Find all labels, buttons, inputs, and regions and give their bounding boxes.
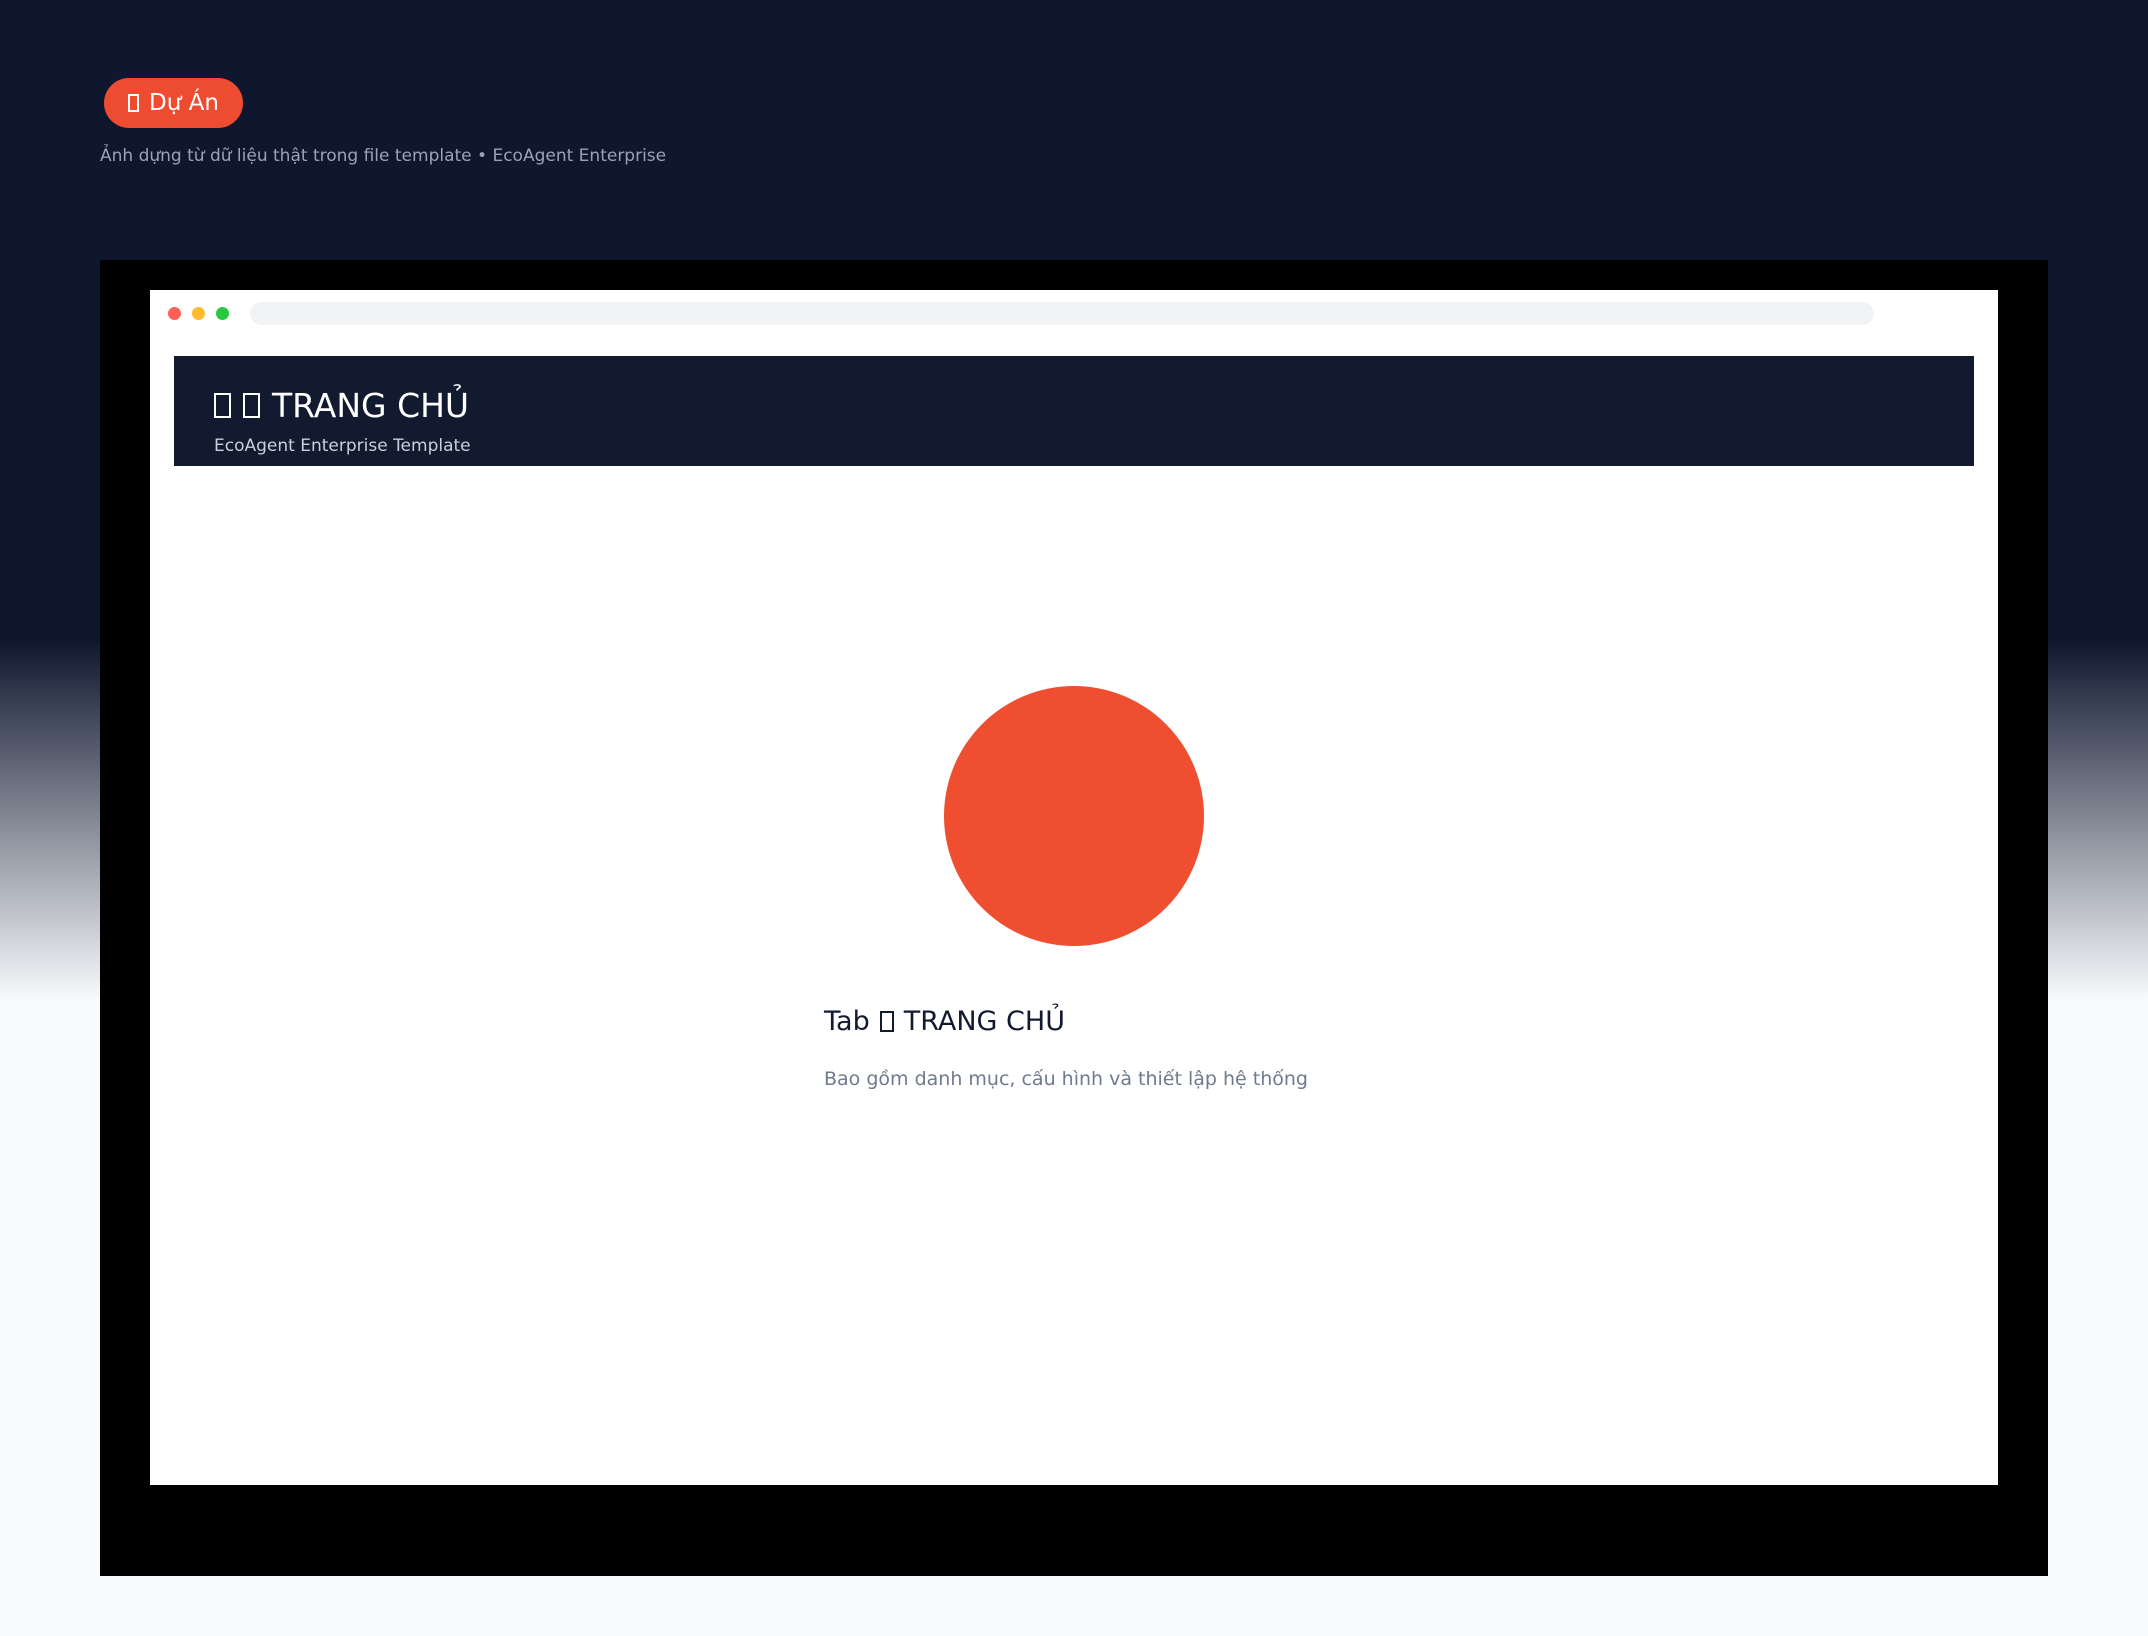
tab-title-prefix: Tab xyxy=(824,1006,870,1037)
tab-title: Tab TRANG CHỦ xyxy=(824,1006,1065,1037)
tab-description: Bao gồm danh mục, cấu hình và thiết lập … xyxy=(824,1068,1308,1090)
browser-window: TRANG CHỦ EcoAgent Enterprise Template T… xyxy=(150,290,1998,1485)
project-badge-label: Dự Án xyxy=(149,90,219,116)
page-background: { "badge": { "icon": "box-glyph-icon", "… xyxy=(0,0,2148,1636)
address-bar[interactable] xyxy=(250,302,1874,325)
page-caption: Ảnh dựng từ dữ liệu thật trong file temp… xyxy=(100,146,667,166)
device-frame: TRANG CHỦ EcoAgent Enterprise Template T… xyxy=(100,260,2048,1576)
app-subtitle: EcoAgent Enterprise Template xyxy=(214,436,471,456)
app-title-text: TRANG CHỦ xyxy=(272,386,470,425)
hero-circle xyxy=(944,686,1204,946)
app-title: TRANG CHỦ xyxy=(214,386,469,425)
project-badge[interactable]: Dự Án xyxy=(104,78,243,128)
box-glyph-icon xyxy=(128,94,139,112)
tab-title-text: TRANG CHỦ xyxy=(903,1006,1065,1037)
window-close-button[interactable] xyxy=(168,307,181,320)
box-glyph-icon xyxy=(879,1011,894,1032)
app-header: TRANG CHỦ EcoAgent Enterprise Template xyxy=(174,356,1974,466)
window-maximize-button[interactable] xyxy=(216,307,229,320)
window-minimize-button[interactable] xyxy=(192,307,205,320)
box-glyph-icon xyxy=(243,393,260,418)
box-glyph-icon xyxy=(214,393,231,418)
